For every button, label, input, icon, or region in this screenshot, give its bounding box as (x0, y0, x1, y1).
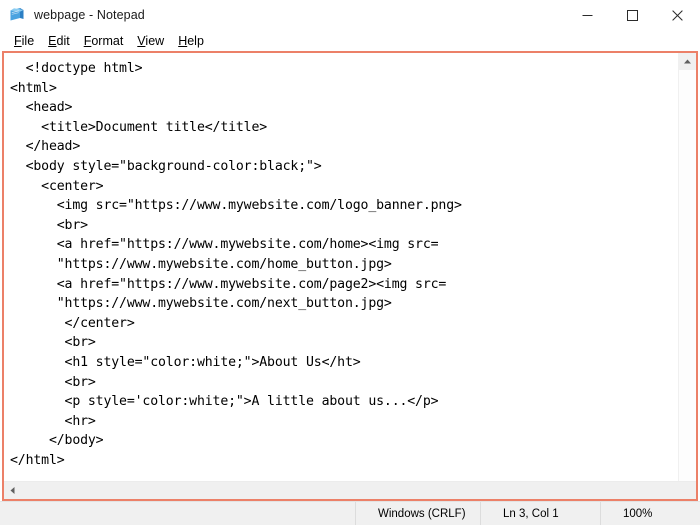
status-cursor-position: Ln 3, Col 1 (480, 502, 600, 525)
menu-item-help[interactable]: Help (171, 32, 211, 50)
minimize-button[interactable] (565, 0, 610, 30)
minimize-icon (582, 14, 593, 16)
menu-help-accesskey: H (178, 33, 188, 48)
status-zoom-level: 100% (600, 502, 700, 525)
vertical-scrollbar[interactable] (678, 53, 696, 481)
menu-item-file[interactable]: File (7, 32, 41, 50)
status-bar: Windows (CRLF) Ln 3, Col 1 100% (0, 501, 700, 525)
scroll-up-arrow-icon[interactable] (679, 53, 696, 70)
menu-item-format[interactable]: Format (77, 32, 131, 50)
editor-row: <!doctype html> <html> <head> <title>Doc… (4, 53, 696, 481)
menu-help-rest: elp (187, 33, 204, 48)
window-controls (565, 0, 700, 30)
menu-edit-accesskey: E (48, 33, 57, 48)
window-title: webpage - Notepad (34, 8, 145, 22)
horizontal-scrollbar[interactable] (4, 481, 696, 499)
menu-item-view[interactable]: View (130, 32, 171, 50)
maximize-button[interactable] (610, 0, 655, 30)
editor-content[interactable]: <!doctype html> <html> <head> <title>Doc… (10, 59, 678, 470)
menu-bar: File Edit Format View Help (0, 30, 700, 51)
scroll-left-arrow-icon[interactable] (4, 482, 21, 499)
status-encoding: Windows (CRLF) (355, 502, 480, 525)
maximize-icon (627, 9, 638, 21)
menu-view-rest: iew (145, 33, 165, 48)
title-bar: webpage - Notepad (0, 0, 700, 30)
editor-highlight-frame: <!doctype html> <html> <head> <title>Doc… (2, 51, 698, 501)
notepad-window: webpage - Notepad File Edit Format View … (0, 0, 700, 525)
close-icon (672, 9, 683, 21)
status-left (0, 502, 355, 525)
vertical-scrollbar-track[interactable] (679, 70, 696, 481)
menu-format-rest: ormat (91, 33, 124, 48)
menu-item-edit[interactable]: Edit (41, 32, 77, 50)
horizontal-scrollbar-track[interactable] (21, 482, 696, 499)
text-editor[interactable]: <!doctype html> <html> <head> <title>Doc… (4, 53, 678, 481)
menu-file-rest: ile (21, 33, 35, 48)
notepad-icon (9, 7, 25, 23)
close-button[interactable] (655, 0, 700, 30)
menu-edit-rest: dit (56, 33, 70, 48)
menu-file-accesskey: F (14, 33, 22, 48)
